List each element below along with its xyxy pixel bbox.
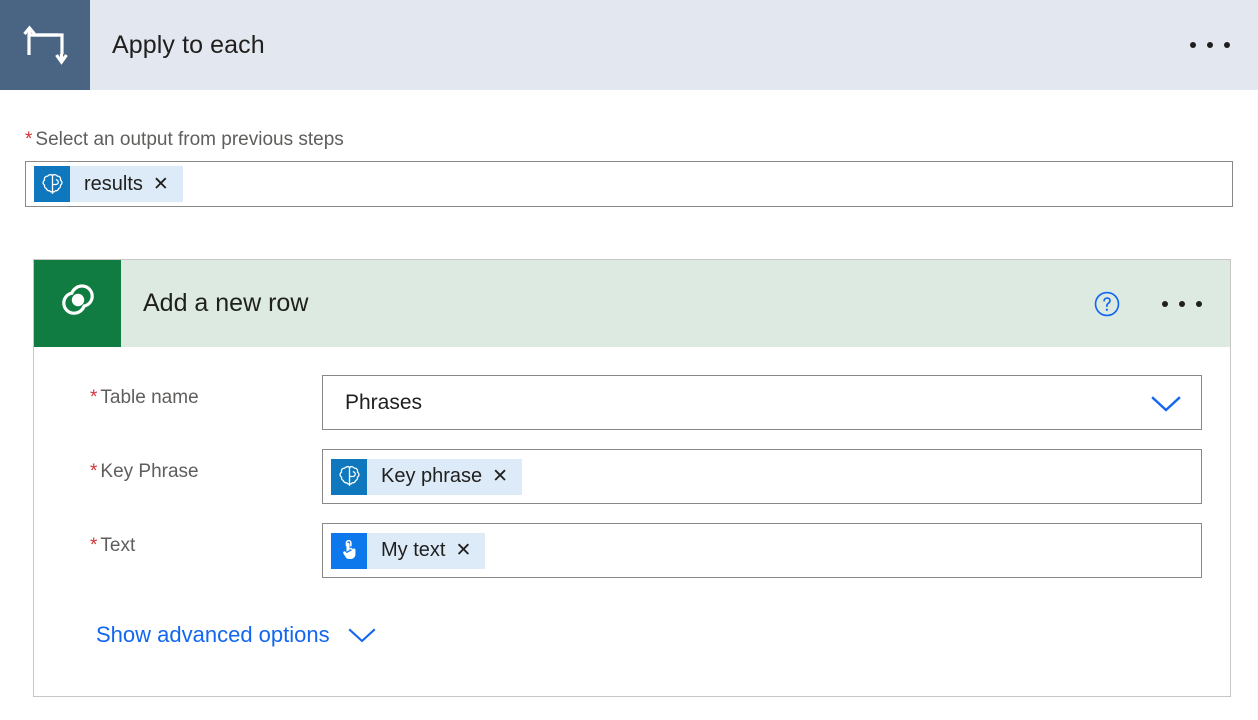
brain-icon-svg <box>337 464 362 489</box>
action-card-add-a-new-row: Add a new row * Table name Phrases <box>33 259 1231 697</box>
loop-repeat-icon <box>0 0 90 90</box>
key-phrase-input[interactable]: Key phrase ✕ <box>322 449 1202 504</box>
required-asterisk: * <box>90 387 97 409</box>
table-name-value: Phrases <box>345 391 422 415</box>
show-advanced-options-label: Show advanced options <box>96 622 330 648</box>
token-label: My text <box>367 539 449 562</box>
apply-to-each-menu-button[interactable] <box>1180 34 1240 56</box>
token-my-text[interactable]: My text ✕ <box>331 533 485 569</box>
powerapps-tap-hand-icon <box>331 533 367 569</box>
token-label: Key phrase <box>367 465 486 488</box>
action-card-menu-button[interactable] <box>1158 295 1206 313</box>
text-label: * Text <box>62 523 322 557</box>
close-icon[interactable]: ✕ <box>486 467 522 486</box>
text-analytics-brain-icon <box>331 459 367 495</box>
form-row-text: * Text My text ✕ <box>62 523 1202 578</box>
ellipsis-dot <box>1196 301 1202 307</box>
required-asterisk: * <box>90 535 97 557</box>
ellipsis-dot <box>1179 301 1185 307</box>
form-row-table-name: * Table name Phrases <box>62 375 1202 430</box>
brain-icon-svg <box>40 172 65 197</box>
table-name-dropdown[interactable]: Phrases <box>322 375 1202 430</box>
action-card-header[interactable]: Add a new row <box>34 260 1230 347</box>
form-row-key-phrase: * Key Phrase Key phrase ✕ <box>62 449 1202 504</box>
key-phrase-label-text: Key Phrase <box>100 461 198 483</box>
ellipsis-dot <box>1190 42 1196 48</box>
token-key-phrase[interactable]: Key phrase ✕ <box>331 459 522 495</box>
apply-to-each-header[interactable]: Apply to each <box>0 0 1258 90</box>
help-question-icon[interactable] <box>1094 291 1120 317</box>
chevron-down-icon[interactable] <box>1145 391 1187 415</box>
ellipsis-dot <box>1162 301 1168 307</box>
chevron-down-icon[interactable] <box>345 625 379 645</box>
select-output-section: * Select an output from previous steps r… <box>25 128 1233 207</box>
loop-repeat-icon-svg <box>22 24 68 66</box>
zoho-creator-icon-svg <box>52 278 104 330</box>
tap-hand-icon-svg <box>337 538 362 563</box>
ellipsis-dot <box>1224 42 1230 48</box>
token-results[interactable]: results ✕ <box>34 166 183 202</box>
select-output-label: * Select an output from previous steps <box>25 128 1233 152</box>
table-name-label-text: Table name <box>100 387 198 409</box>
select-output-input[interactable]: results ✕ <box>25 161 1233 207</box>
key-phrase-label: * Key Phrase <box>62 449 322 483</box>
ellipsis-dot <box>1207 42 1213 48</box>
table-name-label: * Table name <box>62 375 322 409</box>
action-card-actions <box>1094 291 1206 317</box>
zoho-creator-icon <box>34 260 121 347</box>
text-analytics-brain-icon <box>34 166 70 202</box>
page-title: Apply to each <box>112 31 265 60</box>
close-icon[interactable]: ✕ <box>147 175 183 194</box>
text-input[interactable]: My text ✕ <box>322 523 1202 578</box>
token-label: results <box>70 173 147 196</box>
action-card-body: * Table name Phrases * Key Phrase <box>34 347 1230 696</box>
required-asterisk: * <box>25 128 32 152</box>
show-advanced-options-button[interactable]: Show advanced options <box>96 622 379 648</box>
action-card-title: Add a new row <box>143 289 308 318</box>
select-output-label-text: Select an output from previous steps <box>35 128 343 152</box>
text-label-text: Text <box>100 535 135 557</box>
close-icon[interactable]: ✕ <box>449 541 485 560</box>
required-asterisk: * <box>90 461 97 483</box>
